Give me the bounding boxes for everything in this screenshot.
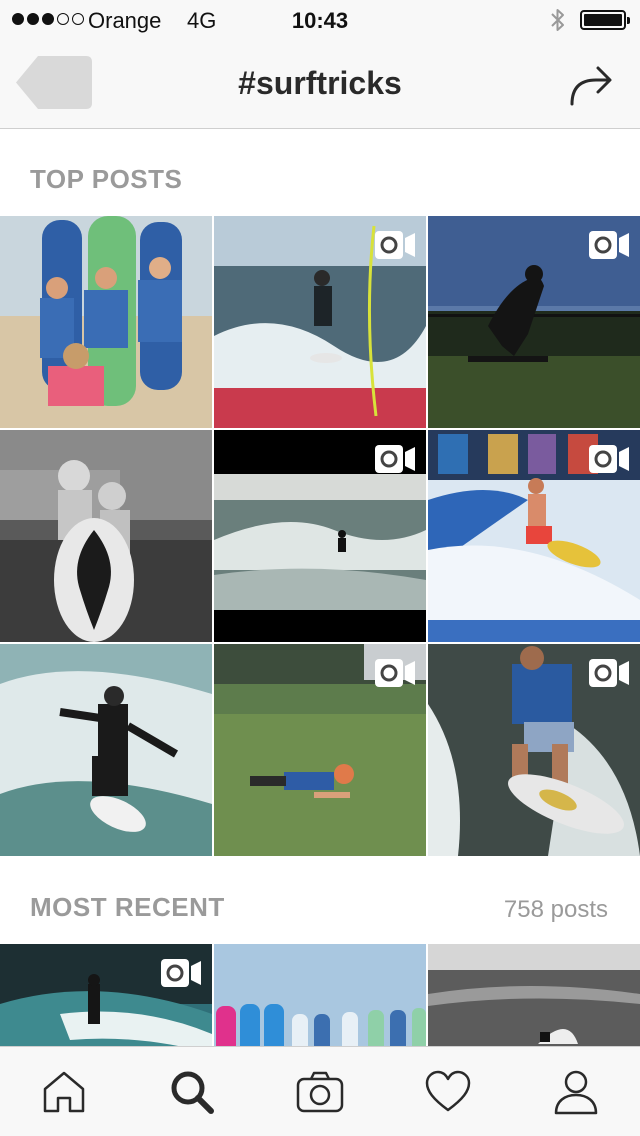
profile-icon — [554, 1070, 598, 1114]
camera-icon — [296, 1071, 344, 1112]
tab-activity[interactable] — [384, 1047, 512, 1136]
home-icon — [43, 1071, 85, 1112]
share-arrow-icon[interactable] — [566, 60, 614, 108]
post-thumbnail[interactable] — [214, 644, 426, 856]
post-thumbnail[interactable] — [428, 644, 640, 856]
navigation-bar: #surftricks — [0, 40, 640, 129]
post-thumbnail[interactable] — [428, 216, 640, 428]
tab-bar — [0, 1046, 640, 1136]
post-thumbnail[interactable] — [0, 216, 212, 428]
battery-icon — [580, 10, 630, 30]
status-bar: Orange 4G 10:43 — [0, 0, 640, 40]
post-count: 758 posts — [503, 896, 608, 923]
status-time: 10:43 — [291, 8, 349, 33]
post-thumbnail[interactable] — [0, 644, 212, 856]
tab-profile[interactable] — [512, 1047, 640, 1136]
tab-camera[interactable] — [256, 1047, 384, 1136]
page-title: #surftricks — [238, 65, 402, 101]
video-icon — [589, 659, 629, 687]
post-thumbnail[interactable] — [428, 430, 640, 642]
post-thumbnail[interactable] — [0, 430, 212, 642]
bluetooth-icon — [551, 9, 564, 31]
top-posts-header: TOP POSTS — [30, 164, 183, 194]
video-icon — [375, 231, 415, 259]
top-posts-grid — [0, 216, 640, 856]
video-icon — [589, 231, 629, 259]
surfer-spray-photo — [0, 644, 212, 856]
kids-bodyboard-photo — [0, 430, 212, 642]
tab-search[interactable] — [128, 1047, 256, 1136]
search-icon — [171, 1071, 214, 1114]
most-recent-header: MOST RECENT — [30, 892, 225, 922]
post-thumbnail[interactable] — [214, 216, 426, 428]
post-thumbnail[interactable] — [214, 430, 426, 642]
video-icon — [375, 659, 415, 687]
tab-home[interactable] — [0, 1047, 128, 1136]
heart-icon — [425, 1070, 471, 1111]
boys-surfboards-photo — [0, 216, 212, 428]
video-icon — [375, 445, 415, 473]
video-icon — [589, 445, 629, 473]
video-icon — [161, 959, 201, 987]
